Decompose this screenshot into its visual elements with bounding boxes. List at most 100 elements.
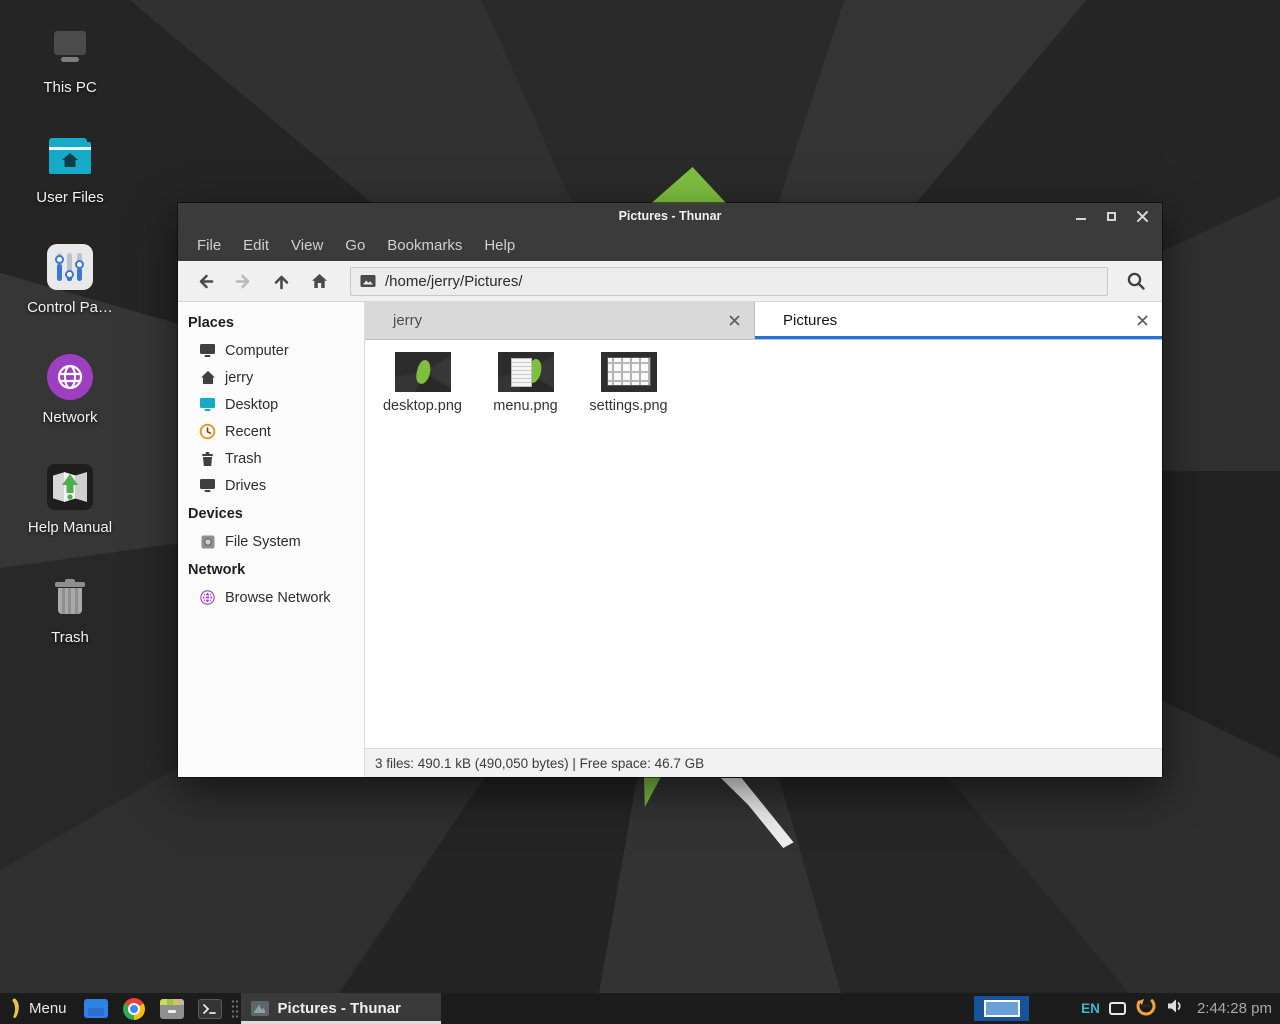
trash-icon: [199, 450, 216, 467]
blue-window-icon: [84, 999, 108, 1018]
desktop-icon-network[interactable]: Network: [18, 352, 122, 426]
computer-icon: [199, 342, 216, 359]
minimize-icon: [1076, 218, 1086, 220]
close-icon: [1136, 210, 1149, 223]
desktop: This PC User Files Control Pa… Ne: [0, 0, 1280, 1024]
desktop-icon-this-pc[interactable]: This PC: [18, 22, 122, 96]
toolbar: /home/jerry/Pictures/: [178, 261, 1162, 302]
up-icon: [271, 271, 292, 292]
sidebar-item-file-system[interactable]: File System: [178, 528, 364, 555]
sidebar-item-label: Desktop: [225, 397, 278, 413]
sidebar-item-computer[interactable]: Computer: [178, 337, 364, 364]
tab-close-button[interactable]: [1132, 311, 1152, 331]
chrome-launcher[interactable]: [122, 997, 146, 1021]
workspace-switcher[interactable]: [974, 996, 1029, 1021]
keyboard-layout-indicator[interactable]: EN: [1081, 1001, 1100, 1016]
file-name: settings.png: [589, 398, 667, 414]
status-bar: 3 files: 490.1 kB (490,050 bytes) | Free…: [365, 748, 1162, 777]
sidebar-item-browse-network[interactable]: Browse Network: [178, 584, 364, 611]
tab-pictures[interactable]: Pictures: [755, 302, 1162, 339]
sidebar-header-places: Places: [178, 308, 364, 337]
system-tray: EN 2:44:28 pm: [1081, 995, 1272, 1022]
terminal-launcher[interactable]: [198, 997, 222, 1021]
image-file-icon: [360, 274, 376, 288]
menu-button-label: Menu: [29, 1000, 67, 1017]
sidebar-item-label: Drives: [225, 478, 266, 494]
drive-icon: [199, 477, 216, 494]
panel-drag-handle[interactable]: [231, 999, 239, 1019]
desktop-icon-label: Trash: [51, 629, 89, 646]
image-thumbnail: [395, 352, 451, 392]
computer-icon: [45, 22, 95, 72]
desktop-icon-label: Network: [42, 409, 97, 426]
menu-logo-icon: [7, 998, 22, 1020]
volume-icon[interactable]: [1166, 998, 1184, 1019]
file-desktop-png[interactable]: desktop.png: [371, 352, 474, 414]
sidebar-item-label: Trash: [225, 451, 262, 467]
desktop-icon-help-manual[interactable]: Help Manual: [18, 462, 122, 536]
display-tray-icon[interactable]: [1109, 1002, 1126, 1015]
sidebar-item-jerry[interactable]: jerry: [178, 364, 364, 391]
desktop-icon-label: Help Manual: [28, 519, 112, 536]
sidebar-item-label: Computer: [225, 343, 289, 359]
forward-button[interactable]: [224, 265, 262, 297]
taskbar-window-button[interactable]: Pictures - Thunar: [241, 993, 441, 1024]
active-workspace[interactable]: [984, 1000, 1020, 1017]
menu-help[interactable]: Help: [473, 229, 526, 261]
menu-view[interactable]: View: [280, 229, 334, 261]
show-desktop-button[interactable]: [84, 997, 108, 1021]
file-name: desktop.png: [383, 398, 462, 414]
desktop-icon-label: User Files: [36, 189, 104, 206]
close-icon: [729, 315, 740, 326]
menu-bookmarks[interactable]: Bookmarks: [376, 229, 473, 261]
taskbar: Menu Pictures - Thunar EN: [0, 993, 1280, 1024]
status-text: 3 files: 490.1 kB (490,050 bytes) | Free…: [375, 756, 704, 771]
globe-icon: [45, 352, 95, 402]
menu-go[interactable]: Go: [334, 229, 376, 261]
desktop-icon-control-panel[interactable]: Control Pa…: [18, 242, 122, 316]
sidebar-item-desktop[interactable]: Desktop: [178, 391, 364, 418]
sidebar-item-label: Recent: [225, 424, 271, 440]
window-title: Pictures - Thunar: [178, 209, 1162, 223]
tab-label: jerry: [393, 312, 422, 329]
close-icon: [1137, 315, 1148, 326]
hard-disk-icon: [199, 533, 216, 550]
sidebar-item-recent[interactable]: Recent: [178, 418, 364, 445]
home-button[interactable]: [300, 265, 338, 297]
sidebar-item-drives[interactable]: Drives: [178, 472, 364, 499]
chrome-icon: [123, 998, 145, 1020]
sidebar-header-network: Network: [178, 555, 364, 584]
home-folder-icon: [45, 132, 95, 182]
menubar: File Edit View Go Bookmarks Help: [178, 229, 1162, 261]
update-manager-icon[interactable]: [1135, 995, 1157, 1022]
path-text: /home/jerry/Pictures/: [385, 273, 523, 290]
file-manager-launcher[interactable]: [160, 997, 184, 1021]
tab-jerry[interactable]: jerry: [365, 302, 755, 339]
close-button[interactable]: [1127, 203, 1158, 229]
sidebar-item-trash[interactable]: Trash: [178, 445, 364, 472]
path-bar[interactable]: /home/jerry/Pictures/: [350, 267, 1108, 296]
desktop-icon-trash[interactable]: Trash: [18, 572, 122, 646]
maximize-button[interactable]: [1096, 203, 1127, 229]
sidebar-item-label: Browse Network: [225, 590, 331, 606]
forward-icon: [233, 271, 254, 292]
image-thumbnail: [498, 352, 554, 392]
desktop-icon-user-files[interactable]: User Files: [18, 132, 122, 206]
titlebar[interactable]: Pictures - Thunar: [178, 203, 1162, 229]
file-view[interactable]: desktop.png menu.png settings.png: [365, 340, 1162, 748]
menu-button[interactable]: Menu: [0, 993, 77, 1024]
up-button[interactable]: [262, 265, 300, 297]
clock[interactable]: 2:44:28 pm: [1197, 1000, 1272, 1017]
back-button[interactable]: [186, 265, 224, 297]
tab-close-button[interactable]: [724, 311, 744, 331]
menu-file[interactable]: File: [186, 229, 232, 261]
terminal-icon: [198, 999, 222, 1019]
minimize-button[interactable]: [1065, 203, 1096, 229]
sidebar: Places Computer jerry Desktop Recent: [178, 302, 365, 777]
file-menu-png[interactable]: menu.png: [474, 352, 577, 414]
menu-edit[interactable]: Edit: [232, 229, 280, 261]
sliders-icon: [45, 242, 95, 292]
file-settings-png[interactable]: settings.png: [577, 352, 680, 414]
search-button[interactable]: [1118, 265, 1154, 297]
home-icon: [199, 369, 216, 386]
